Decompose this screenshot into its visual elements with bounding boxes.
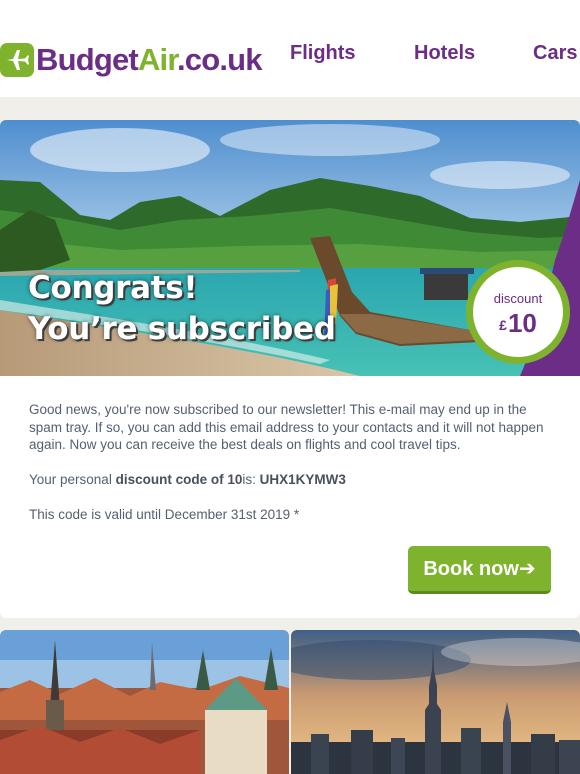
plane-icon [0,43,34,77]
new-york-destination-tile[interactable] [291,630,580,774]
nav-hotels[interactable]: Hotels [414,42,475,65]
discount-value: 10 [507,308,537,338]
currency-symbol: £ [499,317,507,333]
discount-code: UHX1KYMW3 [259,472,346,487]
discount-badge: discount £10 [466,260,570,364]
prague-destination-tile[interactable] [0,630,289,774]
discount-prefix: Your personal [29,472,116,487]
intro-paragraph: Good news, you're now subscribed to our … [29,402,544,452]
hero-title-line2: You’re subscribed [28,311,336,347]
discount-code-emphasis: discount code of 10 [115,472,243,487]
validity-note: This code is valid until December 31st 2… [29,507,300,522]
content-card: Good news, you're now subscribed to our … [0,376,580,618]
logo-wordmark: BudgetAir.co.uk [36,42,263,77]
new-york-photo [291,630,580,774]
nav-flights[interactable]: Flights [290,42,356,65]
prague-photo [0,630,289,774]
discount-label: discount [493,291,543,306]
budgetair-logo[interactable]: BudgetAir.co.uk [0,40,263,80]
discount-code-paragraph: Your personal discount code of 10is: UHX… [29,471,553,489]
book-now-button[interactable]: Book now➔ [408,546,551,594]
discount-amount: £10 [473,308,563,339]
hero-banner[interactable]: Congrats! You’re subscribed discount £10 [0,120,580,376]
nav-cars[interactable]: Cars [533,42,577,65]
hero-title-line1: Congrats! [28,270,198,306]
email-header: BudgetAir.co.uk Flights Hotels Cars [0,0,580,97]
discount-separator: is: [242,472,260,487]
